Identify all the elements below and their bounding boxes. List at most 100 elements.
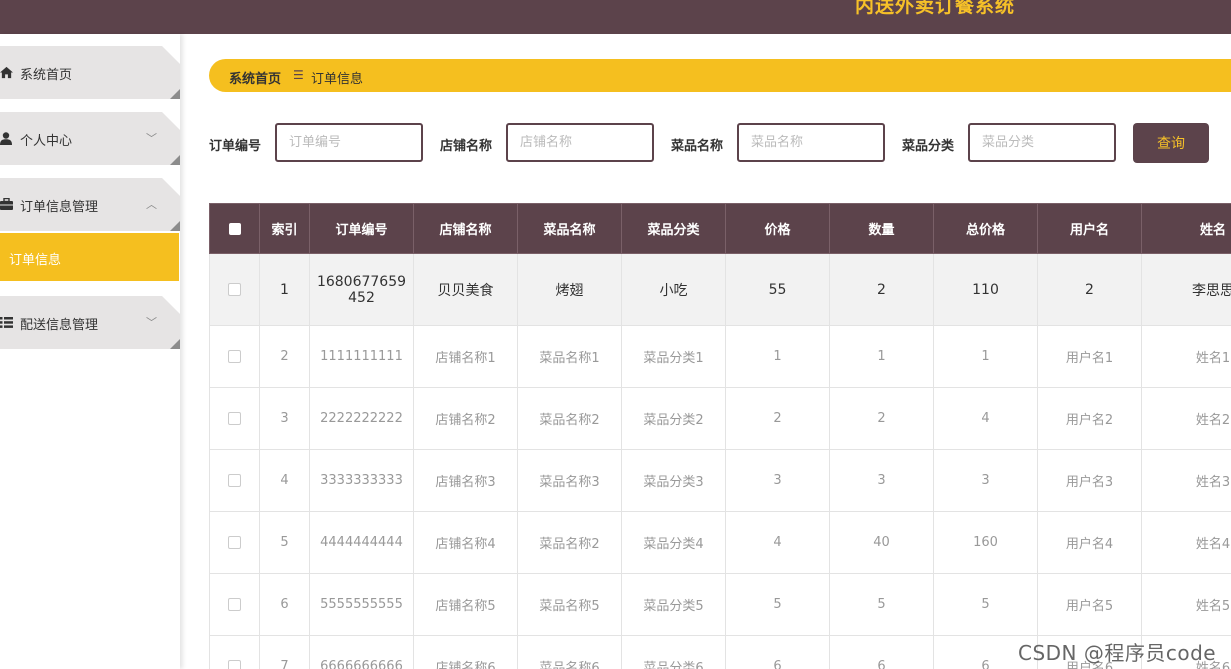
table-cell: 菜品分类2 bbox=[621, 387, 726, 450]
table-row[interactable]: 4 3333333333 店铺名称3 菜品名称3 菜品分类3 3 3 3 用户名3 姓名3 bbox=[209, 449, 1231, 512]
table-cell: 菜品名称2 bbox=[517, 511, 622, 574]
table-cell: 店铺名称3 bbox=[413, 449, 518, 512]
table-cell: 40 bbox=[829, 511, 934, 574]
table-cell: 菜品分类1 bbox=[621, 325, 726, 388]
row-checkbox[interactable] bbox=[228, 660, 241, 669]
table-cell: 1111111111 bbox=[309, 325, 414, 388]
row-checkbox[interactable] bbox=[228, 536, 241, 549]
menu-icon: ☰ bbox=[293, 68, 304, 82]
breadcrumb-current: 订单信息 bbox=[311, 72, 364, 87]
column-header: 用户名 bbox=[1037, 203, 1142, 254]
table-cell: 55 bbox=[725, 253, 830, 326]
sidebar-subitem-order-info[interactable]: 订单信息 bbox=[0, 233, 179, 281]
table-cell: 3333333333 bbox=[309, 449, 414, 512]
table-cell: 6 bbox=[259, 573, 310, 636]
dish-category-input[interactable] bbox=[968, 123, 1116, 162]
table-cell: 1680677659452 bbox=[309, 253, 414, 326]
table-cell: 菜品分类4 bbox=[621, 511, 726, 574]
column-header: 数量 bbox=[829, 203, 934, 254]
chevron-up-icon: ︿ bbox=[146, 198, 157, 211]
table-cell: 1 bbox=[725, 325, 830, 388]
sidebar: 系统首页 个人中心 ﹀ 订单信息管理 ︿ 订单信息 配送信息管理 ﹀ bbox=[0, 34, 180, 669]
top-bar: 内送外卖订餐系统 bbox=[0, 0, 1231, 34]
column-header: 菜品名称 bbox=[517, 203, 622, 254]
dish-name-label: 菜品名称 bbox=[671, 139, 724, 154]
briefcase-icon bbox=[0, 197, 14, 211]
row-checkbox-cell[interactable] bbox=[209, 573, 260, 636]
table-cell: 5 bbox=[829, 573, 934, 636]
table-cell: 160 bbox=[933, 511, 1038, 574]
column-header: 菜品分类 bbox=[621, 203, 726, 254]
table-cell: 姓名3 bbox=[1141, 449, 1231, 512]
shop-name-input[interactable] bbox=[506, 123, 654, 162]
breadcrumb-home-link[interactable]: 系统首页 bbox=[229, 68, 281, 87]
sidebar-item-order-management[interactable]: 订单信息管理 ︿ bbox=[0, 178, 180, 231]
table-cell: 店铺名称4 bbox=[413, 511, 518, 574]
table-cell: 店铺名称1 bbox=[413, 325, 518, 388]
sidebar-subitem-label: 订单信息 bbox=[9, 253, 62, 268]
table-row[interactable]: 1 1680677659452 贝贝美食 烤翅 小吃 55 2 110 2 李思思 bbox=[209, 253, 1231, 326]
dish-category-label: 菜品分类 bbox=[902, 139, 955, 154]
table-cell: 5 bbox=[725, 573, 830, 636]
table-cell: 110 bbox=[933, 253, 1038, 326]
row-checkbox-cell[interactable] bbox=[209, 253, 260, 326]
table-row[interactable]: 3 2222222222 店铺名称2 菜品名称2 菜品分类2 2 2 4 用户名2 姓名2 bbox=[209, 387, 1231, 450]
row-checkbox[interactable] bbox=[228, 350, 241, 363]
table-cell: 用户名3 bbox=[1037, 449, 1142, 512]
table-cell: 1 bbox=[259, 253, 310, 326]
table-cell: 2 bbox=[725, 387, 830, 450]
table-cell: 1 bbox=[829, 325, 934, 388]
table-cell: 3 bbox=[259, 387, 310, 450]
table-cell: 菜品名称3 bbox=[517, 449, 622, 512]
select-all-checkbox-cell[interactable] bbox=[209, 203, 260, 254]
table-cell: 3 bbox=[933, 449, 1038, 512]
row-checkbox-cell[interactable] bbox=[209, 511, 260, 574]
sidebar-item-label: 订单信息管理 bbox=[20, 200, 99, 215]
table-cell: 贝贝美食 bbox=[413, 253, 518, 326]
sidebar-item-personal-center[interactable]: 个人中心 ﹀ bbox=[0, 112, 180, 165]
app-title: 内送外卖订餐系统 bbox=[855, 0, 1016, 17]
table-cell: 姓名5 bbox=[1141, 573, 1231, 636]
order-number-label: 订单编号 bbox=[209, 139, 262, 154]
table-cell: 姓名2 bbox=[1141, 387, 1231, 450]
query-button[interactable]: 查询 bbox=[1133, 123, 1209, 163]
sidebar-item-label: 系统首页 bbox=[20, 68, 73, 83]
table-row[interactable]: 6 5555555555 店铺名称5 菜品名称5 菜品分类5 5 5 5 用户名5 姓名5 bbox=[209, 573, 1231, 636]
row-checkbox[interactable] bbox=[228, 412, 241, 425]
sidebar-item-home[interactable]: 系统首页 bbox=[0, 46, 180, 99]
select-all-checkbox[interactable] bbox=[228, 222, 241, 235]
row-checkbox[interactable] bbox=[228, 283, 241, 296]
table-cell: 菜品分类3 bbox=[621, 449, 726, 512]
row-checkbox-cell[interactable] bbox=[209, 325, 260, 388]
row-checkbox-cell[interactable] bbox=[209, 449, 260, 512]
table-cell: 菜品名称2 bbox=[517, 387, 622, 450]
table-cell: 4 bbox=[933, 387, 1038, 450]
dish-name-input[interactable] bbox=[737, 123, 885, 162]
row-checkbox-cell[interactable] bbox=[209, 387, 260, 450]
row-checkbox[interactable] bbox=[228, 474, 241, 487]
column-header: 店铺名称 bbox=[413, 203, 518, 254]
table-cell: 用户名5 bbox=[1037, 573, 1142, 636]
table-cell: 小吃 bbox=[621, 253, 726, 326]
table-cell: 店铺名称6 bbox=[413, 635, 518, 669]
table-row[interactable]: 5 4444444444 店铺名称4 菜品名称2 菜品分类4 4 40 160 用户名4 姓名4 bbox=[209, 511, 1231, 574]
table-cell: 4 bbox=[725, 511, 830, 574]
table-cell: 店铺名称2 bbox=[413, 387, 518, 450]
table-cell: 2 bbox=[259, 325, 310, 388]
table-cell: 4444444444 bbox=[309, 511, 414, 574]
column-header: 价格 bbox=[725, 203, 830, 254]
watermark: CSDN @程序员code bbox=[1018, 641, 1217, 665]
row-checkbox[interactable] bbox=[228, 598, 241, 611]
table-cell: 5 bbox=[259, 511, 310, 574]
table-cell: 6 bbox=[725, 635, 830, 669]
column-header: 索引 bbox=[259, 203, 310, 254]
sidebar-item-label: 个人中心 bbox=[20, 134, 73, 149]
order-number-input[interactable] bbox=[275, 123, 423, 162]
table-cell: 7 bbox=[259, 635, 310, 669]
table-cell: 2 bbox=[1037, 253, 1142, 326]
sidebar-item-label: 配送信息管理 bbox=[20, 318, 99, 333]
table-row[interactable]: 2 1111111111 店铺名称1 菜品名称1 菜品分类1 1 1 1 用户名1 姓名1 bbox=[209, 325, 1231, 388]
row-checkbox-cell[interactable] bbox=[209, 635, 260, 669]
sidebar-item-delivery-management[interactable]: 配送信息管理 ﹀ bbox=[0, 296, 180, 349]
table-cell: 菜品名称6 bbox=[517, 635, 622, 669]
